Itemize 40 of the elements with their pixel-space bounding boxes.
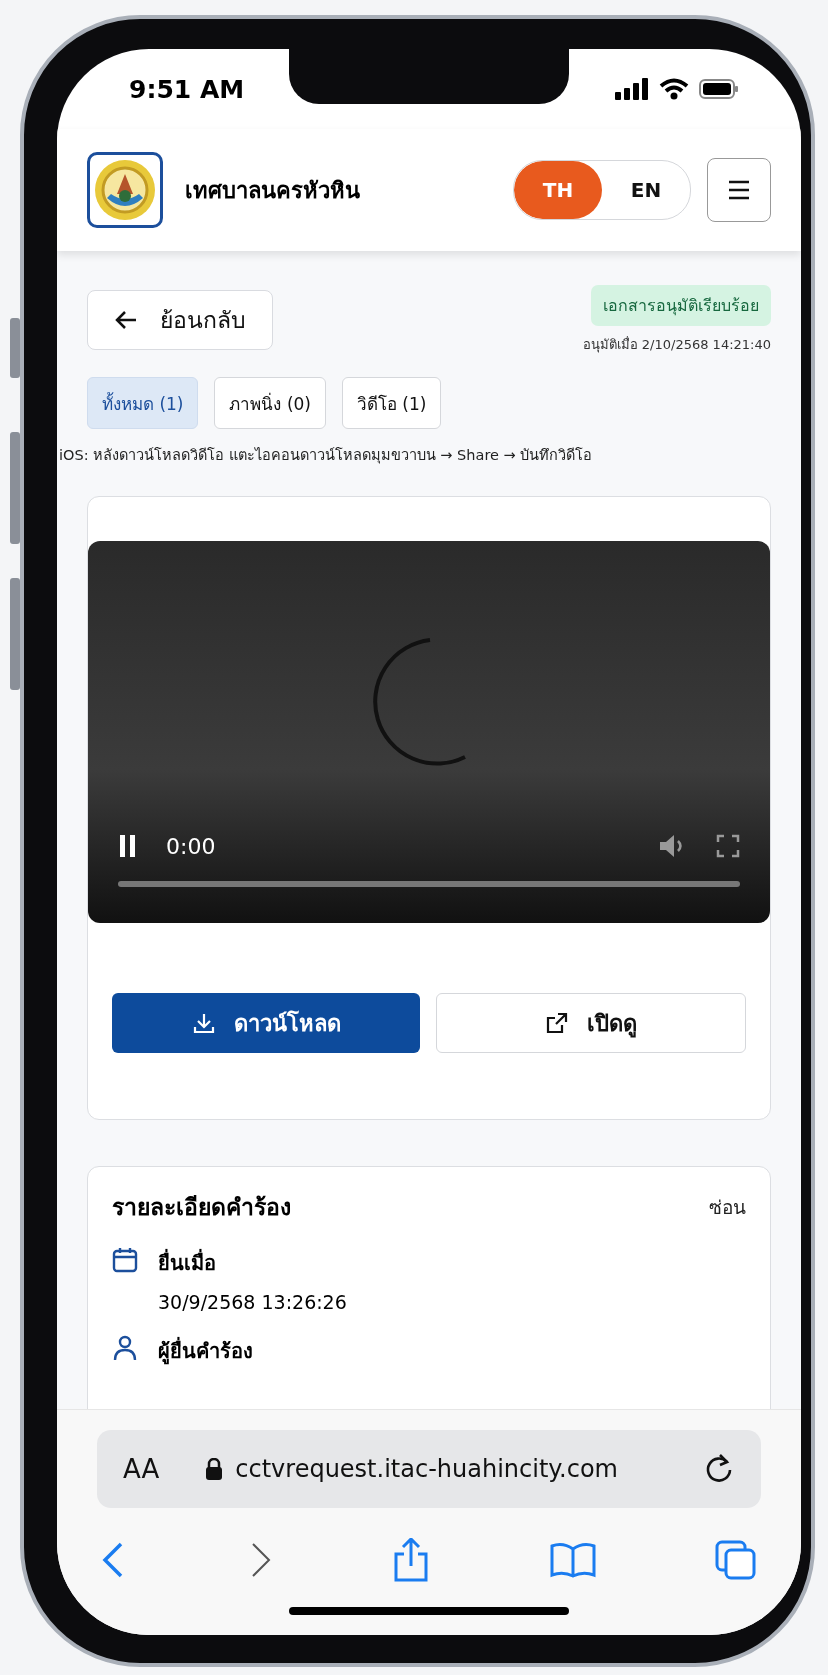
approval-time: อนุมัติเมื่อ 2/10/2568 14:21:40 xyxy=(582,335,771,355)
status-badge: เอกสารอนุมัติเรียบร้อย xyxy=(591,285,771,326)
details-title: รายละเอียดคำร้อง xyxy=(112,1193,291,1222)
status-time: 9:51 AM xyxy=(129,74,245,104)
lock-icon xyxy=(205,1458,224,1480)
url-text: cctvrequest.itac-huahincity.com xyxy=(235,1455,619,1483)
filter-tab[interactable]: วิดีโอ (1) xyxy=(341,377,442,429)
language-option[interactable]: EN xyxy=(602,161,690,219)
video-time: 0:00 xyxy=(166,833,216,859)
site-title: เทศบาลนครหัวหิน xyxy=(185,176,361,205)
tabs-icon[interactable] xyxy=(715,1540,757,1580)
signal-icon xyxy=(615,78,649,100)
detail-value: 30/9/2568 13:26:26 xyxy=(158,1291,347,1313)
logo-icon xyxy=(87,152,163,228)
filter-tab[interactable]: ภาพนิ่ง (0) xyxy=(214,377,326,429)
hint-text: iOS: หลังดาวน์โหลดวิดีโอ แตะไอคอนดาวน์โหลดมุมขวาบน → Share → บันทึกวิดีโอ xyxy=(59,446,594,466)
share-icon[interactable] xyxy=(392,1538,430,1582)
detail-label: ผู้ยื่นคำร้อง xyxy=(158,1336,253,1367)
bookmarks-icon[interactable] xyxy=(549,1542,596,1578)
menu-button[interactable] xyxy=(707,158,771,222)
download-button[interactable]: ดาวน์โหลด xyxy=(112,993,420,1053)
download-icon xyxy=(191,1011,216,1035)
fullscreen-icon[interactable] xyxy=(716,834,740,858)
wifi-icon xyxy=(659,78,689,100)
back-arrow-icon xyxy=(114,310,138,330)
hide-link[interactable]: ซ่อน xyxy=(709,1192,746,1222)
progress-track[interactable] xyxy=(118,881,740,887)
external-link-icon xyxy=(545,1011,569,1035)
back-button[interactable]: ย้อนกลับ xyxy=(87,290,273,350)
battery-icon xyxy=(699,79,739,99)
open-button[interactable]: เปิดดู xyxy=(436,993,746,1053)
pause-button[interactable] xyxy=(118,835,138,857)
text-size-button[interactable]: AA xyxy=(123,1454,160,1484)
calendar-icon xyxy=(112,1247,138,1273)
detail-label: ยื่นเมื่อ xyxy=(158,1248,217,1277)
filter-tab[interactable]: ทั้งหมด (1) xyxy=(87,377,199,429)
person-icon xyxy=(112,1335,138,1361)
language-option[interactable]: TH xyxy=(514,161,602,219)
menu-icon xyxy=(727,180,751,200)
address-bar[interactable]: AA cctvrequest.itac-huahincity.com xyxy=(97,1430,761,1508)
